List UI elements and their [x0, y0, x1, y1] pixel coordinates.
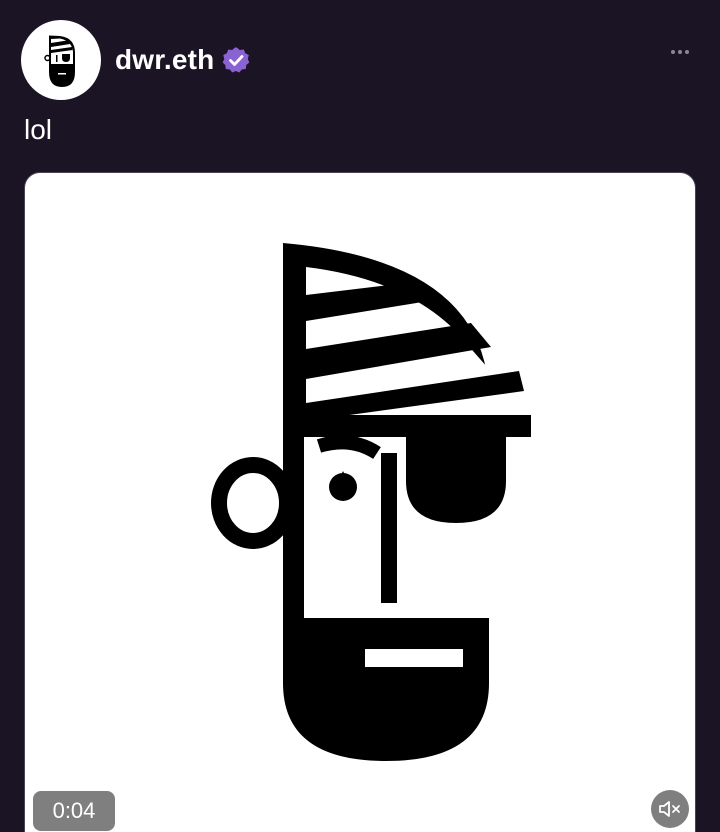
more-options-button[interactable] [664, 40, 696, 64]
author-avatar[interactable] [21, 20, 101, 100]
author-username[interactable]: dwr.eth [115, 44, 214, 76]
mute-toggle-button[interactable] [651, 790, 689, 828]
speaker-muted-icon [659, 801, 680, 817]
dot-icon [685, 50, 689, 54]
pirate-face-image [211, 243, 531, 761]
pirate-face-icon [44, 35, 75, 87]
video-timestamp: 0:04 [33, 791, 115, 831]
verified-badge-icon [223, 47, 250, 73]
dot-icon [678, 50, 682, 54]
author-name-row: dwr.eth [115, 40, 250, 80]
post-text: lol [24, 114, 53, 145]
video-player[interactable]: 0:04 [24, 172, 696, 832]
cast-post: dwr.eth lol 0:04 [0, 0, 720, 832]
dot-icon [671, 50, 675, 54]
